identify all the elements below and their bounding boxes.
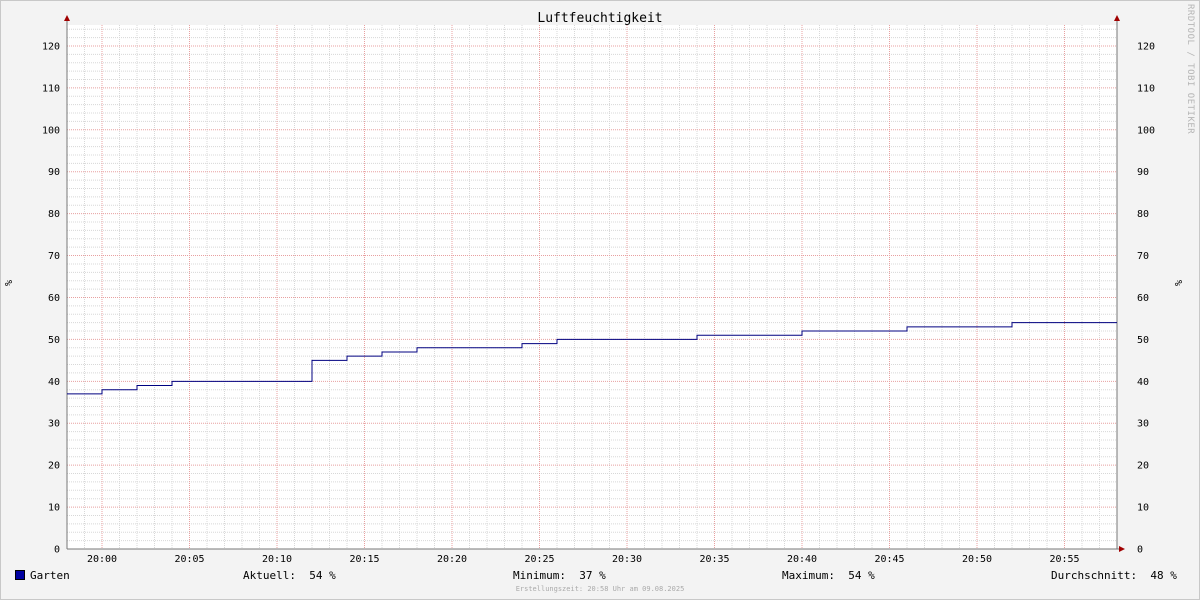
y-tick-label-right: 100 xyxy=(1137,125,1155,136)
x-axis-arrow xyxy=(1119,546,1125,552)
y-tick-label-left: 0 xyxy=(54,545,60,556)
y-tick-label-right: 50 xyxy=(1137,335,1149,346)
x-tick-label: 20:20 xyxy=(437,554,467,565)
x-tick-label: 20:00 xyxy=(87,554,117,565)
y-tick-label-left: 60 xyxy=(48,293,60,304)
y-tick-label-right: 30 xyxy=(1137,419,1149,430)
y-tick-label-left: 10 xyxy=(48,503,60,514)
x-tick-label: 20:05 xyxy=(174,554,204,565)
y-tick-label-left: 80 xyxy=(48,209,60,220)
x-tick-label: 20:50 xyxy=(962,554,992,565)
legend-minimum: Minimum: 37 % xyxy=(513,569,606,582)
legend-swatch-garten xyxy=(15,570,25,580)
y-tick-label-right: 70 xyxy=(1137,251,1149,262)
legend-current: Aktuell: 54 % xyxy=(243,569,336,582)
x-tick-label: 20:40 xyxy=(787,554,817,565)
x-tick-label: 20:35 xyxy=(699,554,729,565)
y-tick-label-left: 100 xyxy=(42,125,60,136)
y-tick-label-right: 110 xyxy=(1137,83,1155,94)
x-tick-label: 20:15 xyxy=(349,554,379,565)
x-tick-label: 20:30 xyxy=(612,554,642,565)
legend-maximum: Maximum: 54 % xyxy=(782,569,875,582)
legend-average: Durchschnitt: 48 % xyxy=(1051,569,1177,582)
y-tick-label-right: 40 xyxy=(1137,377,1149,388)
y-tick-label-left: 120 xyxy=(42,41,60,52)
y-tick-label-left: 40 xyxy=(48,377,60,388)
y-tick-label-left: 30 xyxy=(48,419,60,430)
x-tick-label: 20:55 xyxy=(1049,554,1079,565)
y-tick-label-right: 90 xyxy=(1137,167,1149,178)
x-tick-label: 20:45 xyxy=(874,554,904,565)
y-axis-arrow-right xyxy=(1114,15,1120,21)
x-tick-label: 20:25 xyxy=(524,554,554,565)
creation-time-footer: Erstellungszeit: 20:58 Uhr am 09.08.2025 xyxy=(515,585,685,593)
y-tick-label-left: 50 xyxy=(48,335,60,346)
legend-series-name: Garten xyxy=(30,569,70,582)
y-tick-label-left: 90 xyxy=(48,167,60,178)
y-tick-label-left: 110 xyxy=(42,83,60,94)
chart-svg: 0 0 10 10 20 20 30 30 40 40 50 50 60 60 70 70 80 80 90 90 10… xyxy=(42,15,1155,565)
y-tick-label-left: 70 xyxy=(48,251,60,262)
y-axis-arrow-left xyxy=(64,15,70,21)
y-tick-label-right: 20 xyxy=(1137,461,1149,472)
y-tick-label-right: 60 xyxy=(1137,293,1149,304)
y-tick-label-right: 10 xyxy=(1137,503,1149,514)
y-tick-label-right: 0 xyxy=(1137,545,1143,556)
y-tick-label-right: 80 xyxy=(1137,209,1149,220)
y-tick-label-right: 120 xyxy=(1137,41,1155,52)
y-tick-label-left: 20 xyxy=(48,461,60,472)
x-tick-label: 20:10 xyxy=(262,554,292,565)
